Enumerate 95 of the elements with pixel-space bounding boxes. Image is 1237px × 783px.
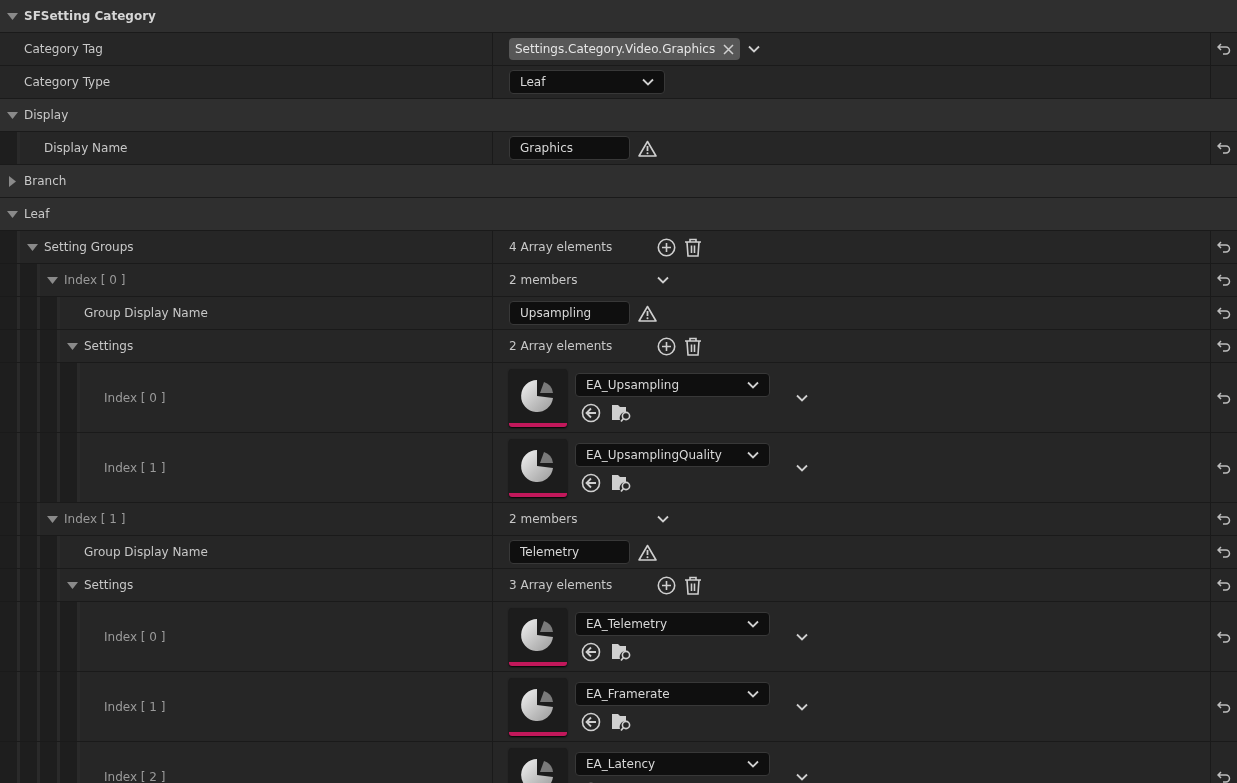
category-row[interactable]: Branch (0, 165, 1237, 198)
triangle-down-icon[interactable] (6, 208, 18, 220)
member-count: 2 members (509, 512, 579, 526)
triangle-down-icon[interactable] (46, 513, 58, 525)
array-count: 2 Array elements (509, 339, 614, 353)
add-circle-icon[interactable] (657, 336, 676, 356)
asset-thumbnail[interactable] (509, 368, 567, 427)
property-label: Index [ 2 ] (104, 769, 166, 783)
type-dropdown[interactable]: Leaf (509, 70, 665, 94)
chevron-down-icon[interactable] (747, 689, 759, 698)
property-label: Index [ 0 ] (64, 273, 126, 287)
chevron-down-icon[interactable] (748, 45, 761, 53)
pie-chart-icon (520, 377, 556, 414)
text-field[interactable]: Graphics (509, 136, 630, 160)
pie-chart-icon (520, 447, 556, 484)
triangle-down-icon[interactable] (66, 579, 78, 591)
chevron-down-icon[interactable] (796, 702, 808, 711)
triangle-down-icon[interactable] (26, 241, 38, 253)
text-field[interactable]: Upsampling (509, 301, 630, 325)
property-label: Category Type (24, 75, 111, 89)
property-label: Setting Groups (44, 240, 134, 254)
property-label: Index [ 0 ] (104, 390, 166, 405)
reset-arrow-icon[interactable] (1217, 770, 1231, 783)
folder-search-icon[interactable] (611, 472, 633, 493)
array-count: 3 Array elements (509, 578, 614, 592)
category-header: Branch (24, 174, 67, 188)
chevron-down-icon[interactable] (796, 393, 808, 402)
array-count: 4 Array elements (509, 240, 614, 254)
category-header: Display (24, 108, 69, 122)
reset-arrow-icon[interactable] (1217, 142, 1231, 154)
asset-dropdown[interactable]: EA_Latency (575, 751, 770, 776)
member-count: 2 members (509, 273, 579, 287)
reset-arrow-icon[interactable] (1217, 241, 1231, 253)
pie-chart-icon (520, 686, 556, 723)
asset-dropdown[interactable]: EA_UpsamplingQuality (575, 442, 770, 467)
property-label: Settings (84, 578, 134, 592)
chevron-down-icon[interactable] (796, 632, 808, 641)
property-label: Settings (84, 339, 134, 353)
property-label: Category Tag (24, 42, 103, 56)
category-header: SFSetting Category (24, 9, 156, 23)
chevron-down-icon[interactable] (796, 772, 808, 781)
reset-arrow-icon[interactable] (1217, 630, 1231, 643)
chevron-down-icon[interactable] (642, 78, 654, 86)
reset-arrow-icon[interactable] (1217, 513, 1231, 525)
chevron-down-icon[interactable] (747, 380, 759, 389)
property-label: Group Display Name (84, 545, 208, 559)
property-label: Index [ 1 ] (104, 699, 166, 714)
chevron-down-icon[interactable] (657, 276, 669, 284)
asset-thumbnail[interactable] (509, 677, 567, 736)
add-circle-icon[interactable] (657, 237, 676, 257)
category-row[interactable]: Display (0, 99, 1237, 132)
chevron-down-icon[interactable] (747, 619, 759, 628)
chevron-down-icon[interactable] (747, 450, 759, 459)
chevron-down-icon[interactable] (796, 463, 808, 472)
folder-search-icon[interactable] (611, 641, 633, 662)
folder-search-icon[interactable] (611, 711, 633, 732)
asset-thumbnail[interactable] (509, 607, 567, 666)
trash-icon[interactable] (684, 336, 702, 356)
pie-chart-icon (520, 616, 556, 653)
triangle-down-icon[interactable] (6, 109, 18, 121)
reset-arrow-icon[interactable] (1217, 579, 1231, 591)
close-icon[interactable] (723, 43, 735, 55)
property-label: Index [ 1 ] (64, 512, 126, 526)
reset-arrow-icon[interactable] (1217, 461, 1231, 474)
category-row[interactable]: SFSetting Category (0, 0, 1237, 33)
trash-icon[interactable] (684, 237, 702, 257)
gameplay-tag-chip[interactable]: Settings.Category.Video.Graphics (509, 38, 741, 60)
reset-arrow-icon[interactable] (1217, 391, 1231, 404)
triangle-down-icon[interactable] (66, 340, 78, 352)
trash-icon[interactable] (684, 575, 702, 595)
reset-arrow-icon[interactable] (1217, 274, 1231, 286)
property-label: Index [ 0 ] (104, 629, 166, 644)
reset-arrow-icon[interactable] (1217, 307, 1231, 319)
chevron-down-icon[interactable] (747, 759, 759, 768)
asset-thumbnail[interactable] (509, 438, 567, 497)
asset-dropdown[interactable]: EA_Framerate (575, 681, 770, 706)
triangle-right-icon[interactable] (6, 175, 18, 187)
asset-dropdown[interactable]: EA_Upsampling (575, 372, 770, 397)
asset-dropdown[interactable]: EA_Telemetry (575, 611, 770, 636)
reset-arrow-icon[interactable] (1217, 340, 1231, 352)
category-row[interactable]: Leaf (0, 198, 1237, 231)
property-label: Group Display Name (84, 306, 208, 320)
folder-search-icon[interactable] (611, 402, 633, 423)
reset-arrow-icon[interactable] (1217, 43, 1231, 55)
text-field[interactable]: Telemetry (509, 540, 630, 564)
pie-chart-icon (520, 756, 556, 783)
property-label: Index [ 1 ] (104, 460, 166, 475)
reset-arrow-icon[interactable] (1217, 700, 1231, 713)
add-circle-icon[interactable] (657, 575, 676, 595)
triangle-down-icon[interactable] (6, 10, 18, 22)
chevron-down-icon[interactable] (657, 515, 669, 523)
reset-arrow-icon[interactable] (1217, 546, 1231, 558)
triangle-down-icon[interactable] (46, 274, 58, 286)
property-label: Display Name (44, 141, 128, 155)
category-header: Leaf (24, 207, 50, 221)
